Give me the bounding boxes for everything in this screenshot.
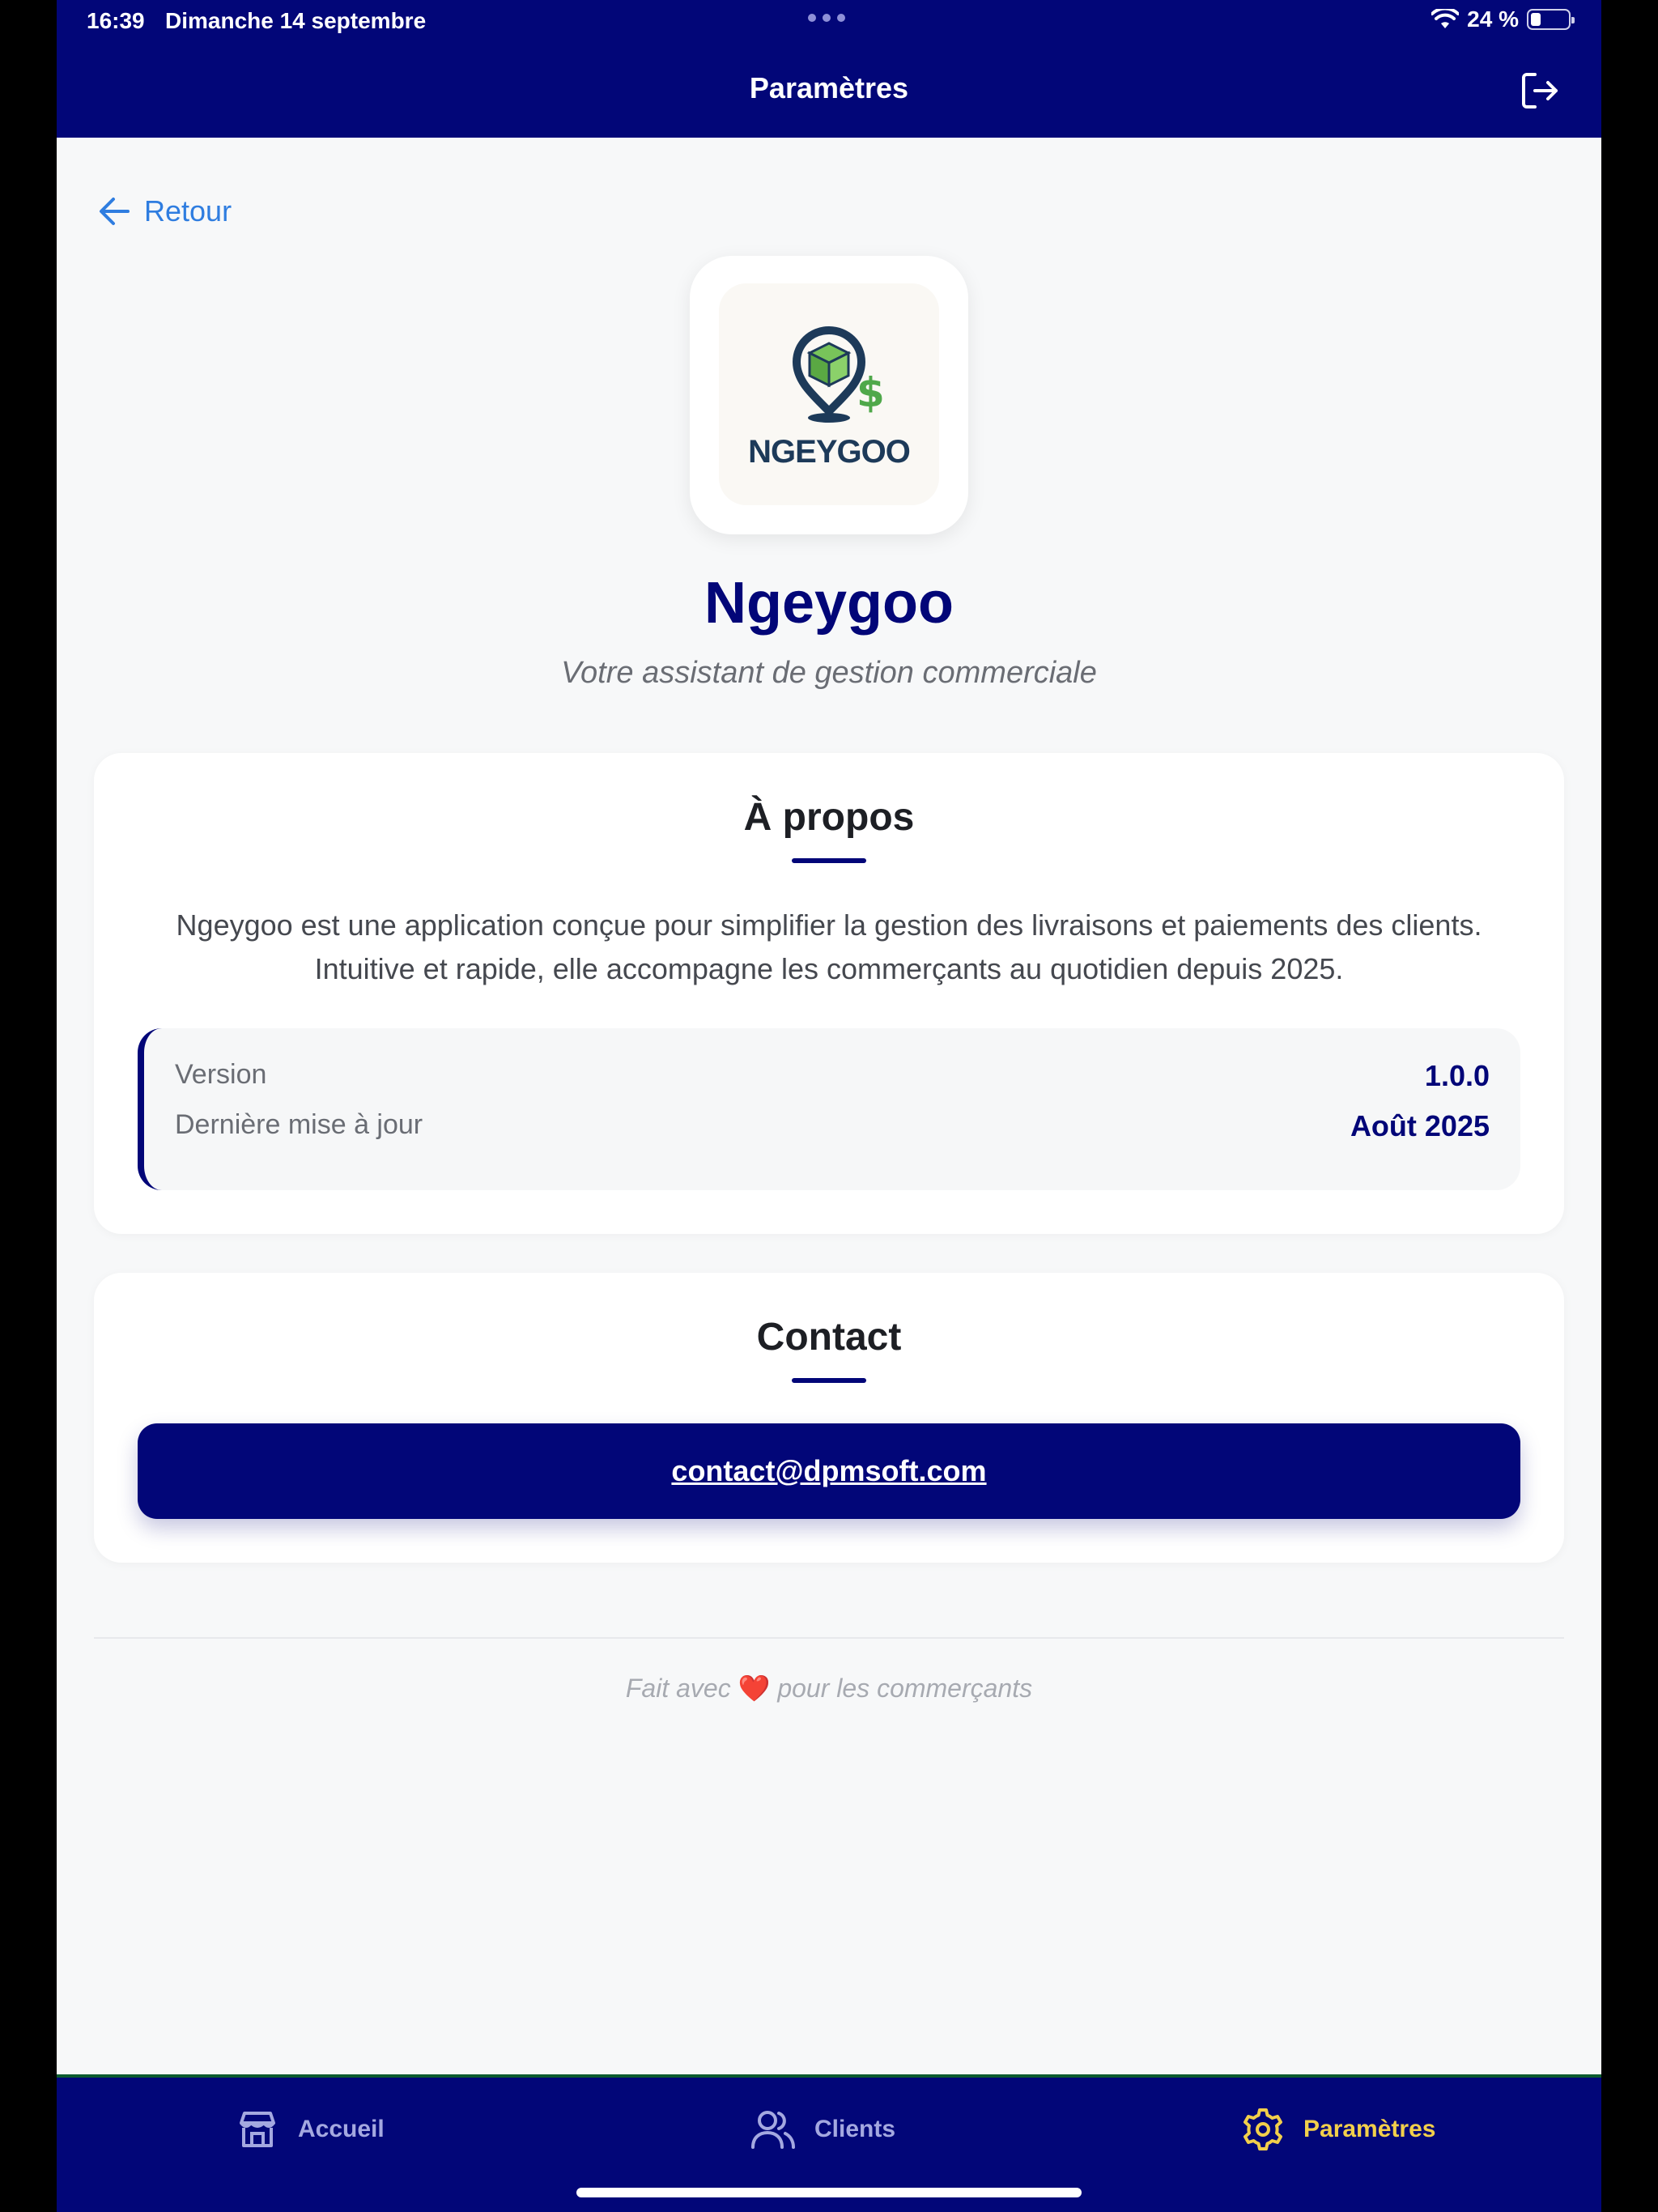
nav-item-clients[interactable]: Clients bbox=[750, 2107, 895, 2152]
update-label: Dernière mise à jour bbox=[175, 1109, 423, 1140]
gear-icon bbox=[1244, 2108, 1282, 2150]
update-row: Dernière mise à jour Août 2025 bbox=[175, 1109, 1490, 1143]
contact-title: Contact bbox=[756, 1316, 902, 1359]
app-tagline: Votre assistant de gestion commerciale bbox=[561, 656, 1097, 690]
home-indicator[interactable] bbox=[576, 2188, 1082, 2197]
about-line-1: Ngeygoo est une application conçue pour … bbox=[176, 908, 1482, 942]
logo-wordmark: NGEYGOO bbox=[748, 434, 911, 470]
logo-inner: $ NGEYGOO bbox=[719, 283, 939, 505]
svg-text:$: $ bbox=[857, 369, 885, 416]
app-screen: 16:39 Dimanche 14 septembre 24 % Paramèt… bbox=[57, 0, 1601, 2212]
about-description: Ngeygoo est une application conçue pour … bbox=[126, 904, 1532, 991]
arrow-left-icon bbox=[100, 198, 130, 225]
store-icon bbox=[240, 2112, 275, 2147]
about-underline bbox=[792, 858, 866, 863]
back-label: Retour bbox=[144, 194, 232, 228]
version-value: 1.0.0 bbox=[1424, 1059, 1490, 1092]
footer-divider bbox=[94, 1637, 1564, 1639]
nav-label-parametres: Paramètres bbox=[1303, 2116, 1436, 2142]
status-indicators: 24 % bbox=[1431, 6, 1575, 32]
contact-underline bbox=[792, 1378, 866, 1383]
update-value: Août 2025 bbox=[1350, 1109, 1490, 1142]
about-title: À propos bbox=[743, 796, 915, 839]
version-label: Version bbox=[175, 1059, 267, 1090]
nav-label-accueil: Accueil bbox=[298, 2116, 385, 2142]
contact-email-button[interactable]: contact@dpmsoft.com bbox=[138, 1423, 1520, 1519]
status-time: 16:39 bbox=[87, 8, 145, 33]
top-bar: 16:39 Dimanche 14 septembre 24 % Paramèt… bbox=[57, 0, 1601, 138]
footer-note: Fait avec ❤️ pour les commerçants bbox=[57, 1673, 1601, 1704]
version-info-box: Version 1.0.0 Dernière mise à jour Août … bbox=[138, 1028, 1520, 1190]
wifi-icon bbox=[1431, 9, 1460, 28]
status-date: Dimanche 14 septembre bbox=[165, 8, 427, 33]
page-title: Paramètres bbox=[749, 71, 909, 104]
battery-icon bbox=[1527, 9, 1575, 30]
about-card: À propos Ngeygoo est une application con… bbox=[94, 753, 1564, 1234]
contact-card: Contact contact@dpmsoft.com bbox=[94, 1273, 1564, 1563]
logout-icon[interactable] bbox=[1517, 68, 1562, 113]
nav-item-parametres[interactable]: Paramètres bbox=[1240, 2107, 1435, 2152]
back-button[interactable]: Retour bbox=[97, 194, 232, 228]
app-name: Ngeygoo bbox=[704, 571, 954, 636]
about-line-2: Intuitive et rapide, elle accompagne les… bbox=[314, 952, 1344, 985]
footer-text-before: Fait avec bbox=[625, 1674, 731, 1703]
users-icon bbox=[751, 2111, 795, 2149]
app-logo: $ NGEYGOO bbox=[690, 256, 968, 534]
heart-icon: ❤️ bbox=[738, 1674, 771, 1703]
battery-percent: 24 % bbox=[1467, 6, 1519, 32]
nav-item-accueil[interactable]: Accueil bbox=[235, 2107, 385, 2152]
multitasking-dots-icon[interactable] bbox=[808, 14, 845, 22]
nav-label-clients: Clients bbox=[814, 2116, 896, 2142]
location-box-dollar-icon: $ bbox=[792, 325, 885, 423]
version-row: Version 1.0.0 bbox=[175, 1059, 1490, 1093]
contact-email-link[interactable]: contact@dpmsoft.com bbox=[671, 1454, 986, 1488]
footer-text-after: pour les commerçants bbox=[777, 1674, 1033, 1703]
